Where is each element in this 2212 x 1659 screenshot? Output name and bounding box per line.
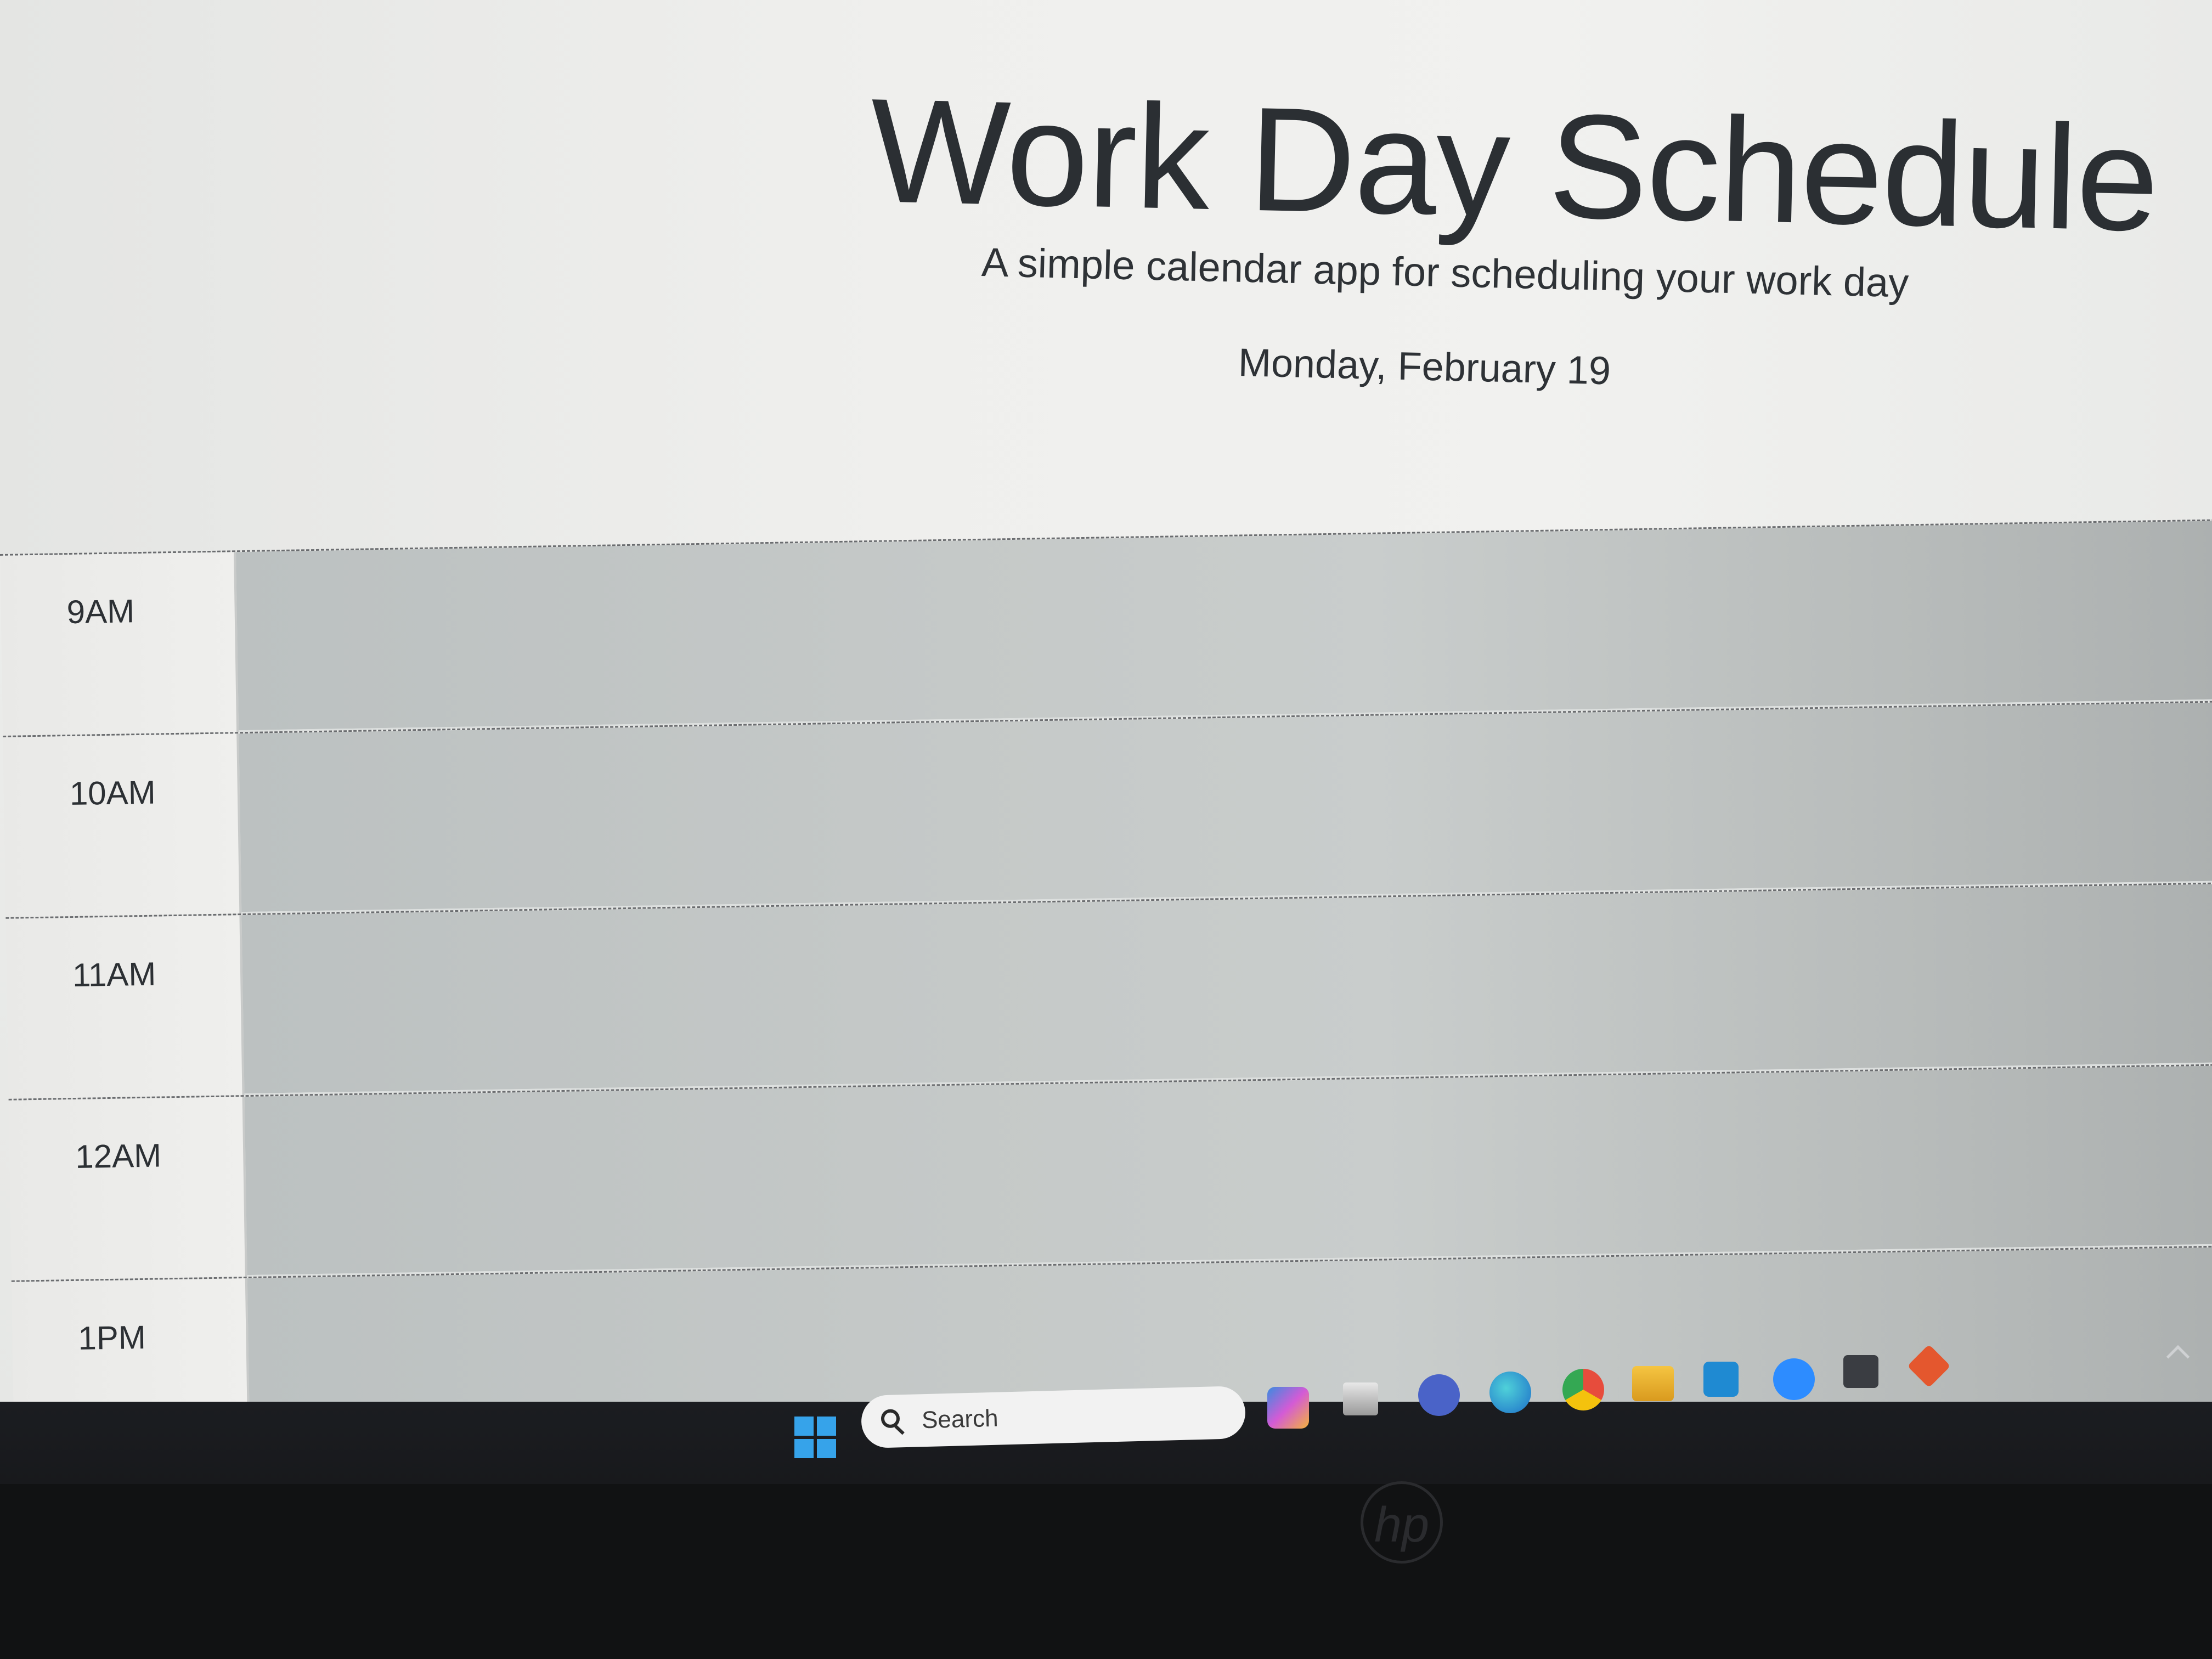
time-block-row: 11AM [5, 881, 2212, 1099]
start-pane [794, 1417, 814, 1436]
hour-label: 12AM [8, 1097, 247, 1280]
start-pane [817, 1439, 836, 1458]
task-view-icon[interactable] [1343, 1383, 1378, 1415]
terminal-icon[interactable] [1843, 1355, 1878, 1388]
time-block-row: 10AM [3, 699, 2212, 917]
taskbar-search-box[interactable]: Search [860, 1385, 1246, 1449]
teams-icon[interactable] [1418, 1374, 1460, 1416]
current-date: Monday, February 19 [1238, 340, 1611, 393]
page-title: Work Day Schedule [868, 67, 2160, 263]
start-pane [817, 1417, 836, 1436]
windows-start-icon[interactable] [794, 1417, 836, 1458]
event-textarea[interactable] [241, 882, 2212, 1096]
edge-icon[interactable] [1489, 1372, 1531, 1413]
event-textarea[interactable] [235, 520, 2212, 732]
search-icon [881, 1409, 900, 1429]
time-block-row: 12AM [8, 1062, 2212, 1280]
event-textarea[interactable] [244, 1064, 2212, 1277]
page-header: Work Day Schedule A simple calendar app … [0, 0, 2212, 554]
file-explorer-icon[interactable] [1632, 1366, 1674, 1401]
chrome-icon[interactable] [1562, 1369, 1604, 1410]
start-pane [794, 1439, 814, 1458]
schedule-container: 9AM 10AM 11AM 12AM 1PM [0, 518, 2212, 1426]
vscode-icon[interactable] [1703, 1362, 1739, 1397]
browser-viewport: Work Day Schedule A simple calendar app … [0, 0, 2212, 1426]
hour-label: 9AM [0, 552, 239, 736]
hour-label: 10AM [3, 733, 242, 917]
copilot-pre-icon[interactable] [1267, 1387, 1309, 1429]
zoom-icon[interactable] [1773, 1358, 1815, 1400]
hour-label: 11AM [5, 915, 245, 1099]
time-block-row: 9AM [0, 518, 2212, 736]
search-placeholder: Search [921, 1404, 999, 1434]
photo-stage: Work Day Schedule A simple calendar app … [0, 0, 2212, 1659]
event-textarea[interactable] [239, 701, 2212, 914]
hp-logo: hp [1361, 1481, 1443, 1564]
